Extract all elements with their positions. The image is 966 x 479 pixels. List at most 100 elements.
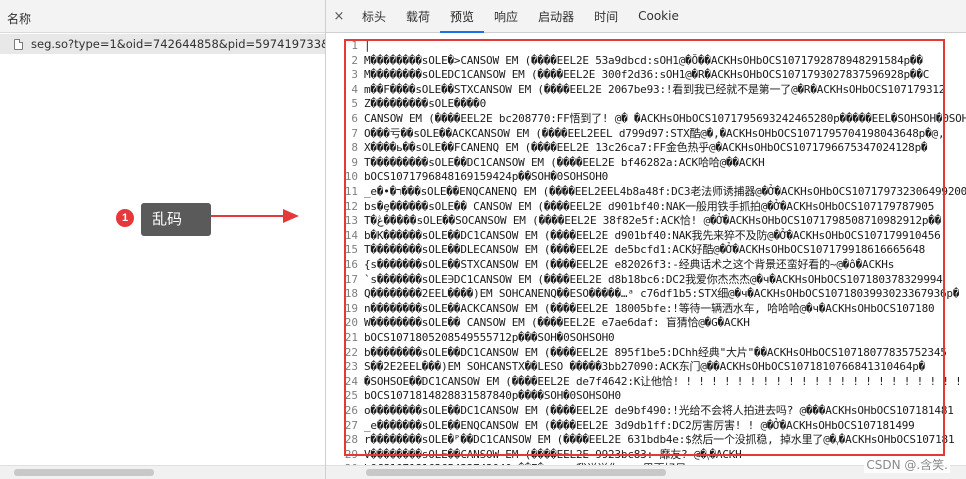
code-line: 8 X����ь��sOLE��FCANENQ EM (����EEL2E 13c… [326,140,966,155]
line-number: 14 [344,228,358,242]
request-row[interactable]: seg.so?type=1&oid=742644858&pid=59741973… [0,34,325,54]
response-code-view[interactable]: 1 | 2 M��������sOLE�>CANSOW EM (����EEL2E 5… [326,34,966,465]
line-text: Q��������2EEL����)EM SOHCANENQ��ESO�����… [364,287,960,301]
left-scrollbar-thumb[interactable] [14,469,154,476]
code-line: 11 _e�•�ר���sOLE��ENQCANENQ EM (����EEL2E… [326,184,966,199]
line-text: bOCS1071796848169159424p��SOH�0SOHSOH0 [364,170,609,184]
code-line: 2 M��������sOLE�>CANSOW EM (����EEL2E 53a… [326,53,966,68]
line-text: | [364,39,371,52]
line-number: 8 [351,141,358,155]
line-number: 3 [351,68,358,82]
line-number: 2 [351,53,358,67]
line-number: 20 [344,316,358,330]
tab-payload[interactable]: 载荷 [396,0,440,32]
tab-label: 预览 [450,9,475,24]
name-column-header[interactable]: 名称 [0,0,325,33]
code-scrollbar-thumb[interactable] [366,469,666,476]
tab-response[interactable]: 响应 [484,0,528,32]
line-number: 25 [344,389,358,403]
detail-tab-bar: × 标头 载荷 预览 响应 启动器 时间 Cookie [326,0,966,33]
code-line: 19 n��������sOLE��ACKCANSOW EM (����EEL2E… [326,301,966,316]
line-text: m��F����sOLE��STXCANSOW EM (����EEL2E 20… [364,82,946,96]
line-number: 4 [351,82,358,96]
annotation-arrow-icon [211,209,299,223]
line-number: 22 [344,345,358,359]
line-number: 13 [344,214,358,228]
line-text: b�K������sOLE��DC1CANSOW EM (����EEL2E d… [364,228,941,242]
line-number: 26 [344,404,358,417]
tab-label: 载荷 [406,9,431,24]
code-line: 27 _e�������sOLE��ENQCANSOW EM (����EEL2E… [326,418,966,433]
code-line: 28 r��������sOLE�ᴾ��DC1CANSOW EM (����EEL… [326,432,966,447]
line-number: 15 [344,243,358,257]
line-text: M��������sOLE�>CANSOW EM (����EEL2E 53a9… [364,53,923,67]
tab-preview[interactable]: 预览 [440,0,485,33]
code-line: 5 Z���������sOLE����0 [326,96,966,111]
line-text: O���亏��sOLE��ACKCANSOW EM (����EEL2EEL d… [364,126,945,140]
tab-headers[interactable]: 标头 [352,0,396,32]
tab-label: 启动器 [538,9,575,24]
line-text: Z���������sOLE����0 [364,97,487,111]
document-icon [14,38,23,50]
line-text: bOCS1071814828831587840p����SOH�0SOHSOH0 [364,389,621,403]
request-list-panel: 名称 seg.so?type=1&oid=742644858&pid=59741… [0,0,326,479]
line-text: V��������sOLE��CANSOW EM (����EEL2E 9923… [364,447,742,461]
tab-label: 时间 [594,9,619,24]
line-number: 19 [344,301,358,315]
tab-cookies[interactable]: Cookie [628,0,689,32]
line-text: T��������sOLE��DLECANSOW EM (����EEL2E d… [364,243,926,257]
code-line: 13 T�ڠ�����sOLE��SOCANSOW EM (����EEL2E 3… [326,213,966,228]
line-number: 18 [344,287,358,301]
line-text: CANSOW EM (����EEL2E bc208770:FF悟到了! @� … [364,112,966,125]
line-text: _e�������sOLE��ENQCANSOW EM (����EEL2E 3… [364,418,915,432]
tab-label: Cookie [638,9,679,23]
line-number: 12 [344,199,358,213]
line-number: 29 [344,447,358,461]
annotation-number-badge: 1 [116,209,134,227]
line-number: 23 [344,360,358,374]
code-line: 21 bOCS1071805208549555712p���SOH�0SOHSOH… [326,330,966,345]
line-number: 10 [344,170,358,184]
tab-label: 响应 [494,9,519,24]
line-text: `s�������sOLE∋DC1CANSOW EM (����EEL2E d8… [364,272,943,286]
tab-label: 标头 [362,9,387,24]
line-text: r��������sOLE�ᴾ��DC1CANSOW EM (����EEL2E… [364,433,955,447]
line-number: 6 [351,112,358,125]
line-text: T���������sOLE��DC1CANSOW EM (����EEL2E … [364,155,765,169]
code-line: 9 T���������sOLE��DC1CANSOW EM (����EEL2E… [326,155,966,170]
code-line: 23 S��2E2EEL���)EM SOHCANSTX��LESO �����3… [326,359,966,374]
code-line: 24 �SOHSOE��DC1CANSOW EM (����EEL2E de7f4… [326,374,966,389]
code-line: 22 b��������sOLE��DC1CANSOW EM (����EEL2E… [326,345,966,360]
code-line: 17 `s�������sOLE∋DC1CANSOW EM (����EEL2E … [326,272,966,287]
line-text: o��������sOLE��DC1CANSOW EM (����EEL2E d… [364,404,954,417]
line-text: S��2E2EEL���)EM SOHCANSTX��LESO �����3bb… [364,360,926,374]
code-line: 4 m��F����sOLE��STXCANSOW EM (����EEL2E 2… [326,82,966,97]
code-line: 6 CANSOW EM (����EEL2E bc208770:FF悟到了! @�… [326,111,966,126]
tab-initiator[interactable]: 启动器 [528,0,584,32]
line-text: b��������sOLE��DC1CANSOW EM (����EEL2E 8… [364,345,947,359]
line-number: 16 [344,258,358,271]
code-line: 10 bOCS1071796848169159424p��SOH�0SOHSOH0 [326,169,966,184]
code-line: 18 Q��������2EEL����)EM SOHCANENQ��ESO���… [326,286,966,301]
code-line: 15 T��������sOLE��DLECANSOW EM (����EEL2E… [326,242,966,257]
code-line: 3 M��������sOLEDC1CANSOW EM (����EEL2E 30… [326,67,966,82]
line-number: 7 [351,126,358,140]
line-text: {s�������sOLE��STXCANSOW EM (����EEL2E e… [364,258,895,271]
line-number: 5 [351,97,358,111]
close-icon[interactable]: × [326,0,352,32]
response-detail-panel: × 标头 载荷 预览 响应 启动器 时间 Cookie 1 | 2 M��������… [326,0,966,479]
code-line: 25 bOCS1071814828831587840p����SOH�0SOHSO… [326,388,966,403]
line-text: T�ڠ�����sOLE��SOCANSOW EM (����EEL2E 38f… [364,214,942,228]
line-number: 27 [344,418,358,432]
left-horizontal-scrollbar[interactable] [0,465,325,479]
annotation-label: 乱码 [141,203,211,236]
tab-timing[interactable]: 时间 [584,0,628,32]
line-text: _e�•�ר���sOLE��ENQCANENQ EM (����EEL2EEL… [364,185,966,198]
line-number: 11 [344,185,358,198]
line-text: bs�ȩ������sOLE�� CANSOW EM (����EEL2E d9… [364,199,935,213]
line-text: n��������sOLE��ACKCANSOW EM (����EEL2E 1… [364,301,935,315]
code-line: 26 o��������sOLE��DC1CANSOW EM (����EEL2E… [326,403,966,418]
line-number: 17 [344,272,358,286]
watermark: CSDN @.含笑. [864,456,950,473]
code-line: 16 {s�������sOLE��STXCANSOW EM (����EEL2E… [326,257,966,272]
